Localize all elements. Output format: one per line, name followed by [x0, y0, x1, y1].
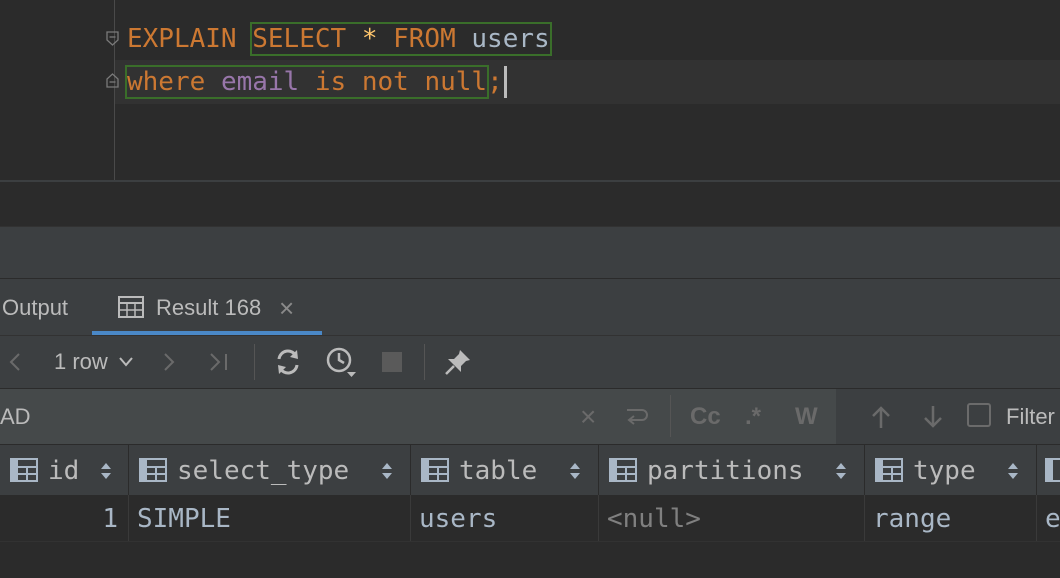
- tab-result[interactable]: Result 168 ×: [92, 279, 322, 335]
- column-header-label: partitions: [647, 456, 804, 486]
- select-star: *: [361, 24, 378, 54]
- where-clause-highlight: where email is not null: [124, 65, 490, 99]
- tab-result-label: Result 168: [156, 295, 262, 320]
- close-icon[interactable]: ×: [279, 279, 294, 337]
- semicolon: ;: [487, 67, 503, 97]
- clear-filter-icon[interactable]: ×: [580, 389, 596, 444]
- last-page-icon[interactable]: [208, 352, 230, 372]
- row-count-selector[interactable]: 1 row: [54, 336, 108, 388]
- column-header-id[interactable]: id: [0, 445, 129, 495]
- services-tab-bar: Output Result 168 ×: [0, 279, 1060, 336]
- column-header-label: select_type: [177, 456, 350, 486]
- whole-words-toggle[interactable]: W: [795, 389, 818, 444]
- active-tab-indicator: [92, 331, 322, 335]
- keyword-is-not-null: is not null: [314, 67, 488, 97]
- filter-checkbox-label: Filter: [1006, 404, 1055, 429]
- arrow-down-icon[interactable]: [923, 405, 943, 429]
- keyword-explain: EXPLAIN: [127, 24, 237, 54]
- refresh-icon[interactable]: [274, 348, 302, 376]
- tab-output-label: Output: [2, 295, 69, 320]
- column-icon: [875, 458, 903, 482]
- editor-status-area: [0, 182, 1060, 226]
- newline-icon[interactable]: [624, 406, 650, 428]
- column-header-type[interactable]: type: [865, 445, 1037, 495]
- regex-toggle[interactable]: .*: [745, 389, 761, 444]
- keyword-select: SELECT: [252, 24, 347, 54]
- column-header-partitions[interactable]: partitions: [599, 445, 865, 495]
- chevron-left-icon[interactable]: [8, 352, 22, 372]
- table-icon: [118, 296, 144, 318]
- code-line-2[interactable]: where email is not null;: [124, 65, 507, 99]
- filter-separator: [670, 395, 671, 437]
- sql-editor[interactable]: EXPLAIN SELECT * FROM users where email …: [0, 0, 1060, 181]
- column-header-label: type: [913, 456, 976, 486]
- match-case-toggle[interactable]: Cc: [690, 389, 721, 444]
- chevron-down-icon[interactable]: [118, 356, 134, 368]
- sort-icon[interactable]: [569, 462, 581, 480]
- history-icon[interactable]: [325, 346, 357, 378]
- filter-input-text: AD: [0, 404, 31, 429]
- cell-id[interactable]: 1: [0, 495, 129, 541]
- cell-table[interactable]: users: [411, 495, 599, 541]
- cell-partitions[interactable]: <null>: [599, 495, 865, 541]
- keyword-where: where: [127, 67, 206, 97]
- gutter-divider: [114, 0, 115, 181]
- select-statement-highlight: SELECT * FROM users: [250, 22, 552, 56]
- filter-row: AD × Cc .* W Filter: [0, 389, 1060, 445]
- column-icon: [139, 458, 167, 482]
- table-name: users: [471, 24, 550, 54]
- cell-type[interactable]: range: [865, 495, 1037, 541]
- column-email: email: [220, 67, 300, 97]
- grid-header: id select_type table partitions type: [0, 445, 1060, 495]
- toolbar-separator: [254, 344, 255, 380]
- text-caret: [503, 66, 507, 98]
- grid-empty-area: [0, 542, 1060, 578]
- sort-icon[interactable]: [835, 462, 847, 480]
- fold-end-icon[interactable]: [106, 73, 119, 88]
- sort-icon[interactable]: [100, 462, 112, 480]
- keyword-from: FROM: [393, 24, 456, 54]
- column-icon: [1045, 458, 1060, 482]
- toolbar-separator: [424, 344, 425, 380]
- sort-icon[interactable]: [381, 462, 393, 480]
- fold-start-icon[interactable]: [106, 31, 119, 46]
- pin-icon[interactable]: [444, 348, 472, 376]
- sort-icon[interactable]: [1007, 462, 1019, 480]
- column-header-label: table: [459, 456, 538, 486]
- cell-select-type[interactable]: SIMPLE: [129, 495, 411, 541]
- column-header-label: id: [48, 456, 80, 486]
- column-icon: [10, 458, 38, 482]
- code-line-1[interactable]: EXPLAIN SELECT * FROM users: [127, 22, 552, 56]
- stop-icon[interactable]: [382, 352, 402, 372]
- column-header-table[interactable]: table: [411, 445, 599, 495]
- chevron-right-icon[interactable]: [162, 352, 176, 372]
- filter-checkbox[interactable]: [967, 403, 991, 427]
- tab-output[interactable]: Output: [2, 279, 68, 335]
- column-icon: [421, 458, 449, 482]
- filter-input[interactable]: AD × Cc .* W: [0, 389, 836, 444]
- column-header-select-type[interactable]: select_type: [129, 445, 411, 495]
- panel-separator[interactable]: [0, 226, 1060, 279]
- cell-overflow[interactable]: e: [1037, 495, 1060, 541]
- column-icon: [609, 458, 637, 482]
- arrow-up-icon[interactable]: [871, 405, 891, 429]
- column-header-overflow[interactable]: [1037, 445, 1060, 495]
- table-row[interactable]: 1 SIMPLE users <null> range e: [0, 495, 1060, 542]
- result-toolbar: 1 row: [0, 336, 1060, 389]
